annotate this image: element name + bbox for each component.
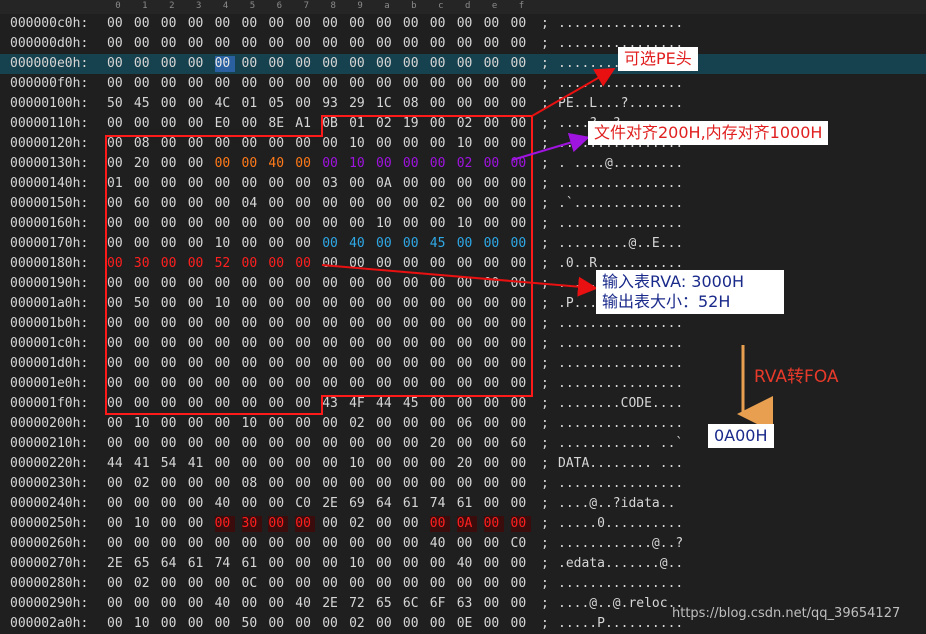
annotation-overlay <box>105 68 773 432</box>
optional-header-outline <box>105 115 533 415</box>
callout-alignment: 文件对齐200H,内存对齐1000H <box>588 121 829 145</box>
callout-data-directory: 输入表RVA: 3000H 输出表大小：52H <box>596 270 784 314</box>
rva-to-foa-label: RVA转FOA <box>754 367 839 387</box>
callout-optional-pe-header: 可选PE头 <box>618 47 698 71</box>
arrow-import-rva <box>321 264 598 297</box>
callout-import-rva: 输入表RVA: 3000H <box>602 272 745 291</box>
arrow-optional-header <box>531 68 616 117</box>
callout-export-size: 输出表大小：52H <box>602 292 731 311</box>
callout-foa-result: 0A00H <box>708 424 774 448</box>
watermark: https://blog.csdn.net/qq_39654127 <box>672 606 901 621</box>
arrow-alignment <box>511 132 590 161</box>
